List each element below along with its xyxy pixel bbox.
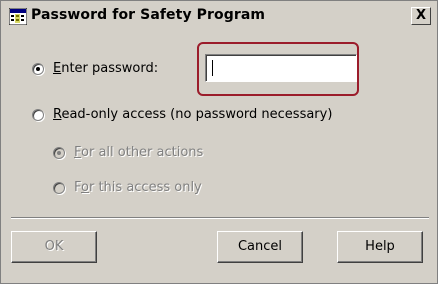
this-access-only-radio[interactable] — [53, 182, 65, 194]
window-title: Password for Safety Program — [31, 7, 266, 23]
all-other-actions-radio[interactable] — [53, 147, 65, 159]
password-input[interactable] — [205, 54, 357, 82]
text-caret — [212, 60, 213, 76]
close-button[interactable]: X — [411, 7, 431, 25]
title-bar[interactable]: Password for Safety Program X — [1, 1, 437, 31]
enter-password-radio[interactable] — [32, 63, 44, 75]
help-button[interactable]: Help — [337, 231, 423, 263]
cancel-button[interactable]: Cancel — [217, 231, 303, 263]
read-only-label[interactable]: Read-only access (no password necessary) — [53, 107, 332, 122]
program-grid-icon — [9, 8, 27, 25]
read-only-radio[interactable] — [32, 109, 44, 121]
password-dialog: Password for Safety Program X Enter pass… — [0, 0, 438, 284]
enter-password-label[interactable]: Enter password: — [53, 61, 158, 76]
all-other-actions-label: For all other actions — [74, 145, 204, 160]
ok-button[interactable]: OK — [11, 231, 97, 263]
separator — [11, 217, 429, 219]
close-icon: X — [415, 8, 427, 23]
this-access-only-label: For this access only — [74, 180, 202, 195]
